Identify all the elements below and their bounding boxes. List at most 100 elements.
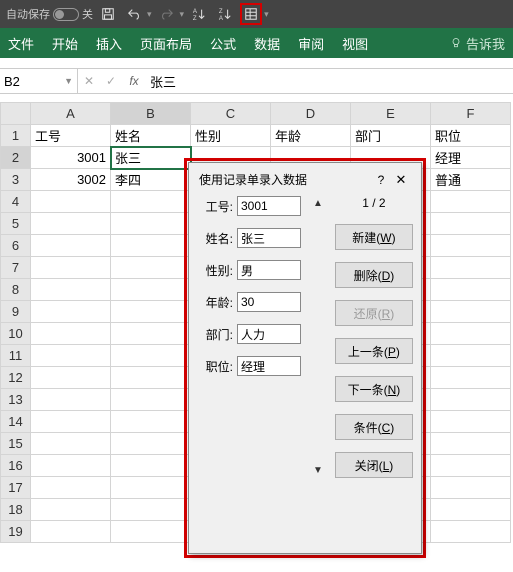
toggle-icon — [53, 8, 79, 21]
ribbon-tabs: 文件 开始 插入 页面布局 公式 数据 审阅 视图 告诉我 — [0, 28, 513, 58]
prev-button[interactable]: 上一条(P) — [335, 338, 413, 364]
tell-me[interactable]: 告诉我 — [450, 34, 505, 53]
data-form-dialog: 使用记录单录入数据 ? ✕ 工号: 姓名: 性别: 年龄: 部门: — [188, 162, 422, 554]
bulb-icon — [450, 37, 462, 49]
tab-insert[interactable]: 插入 — [96, 34, 122, 53]
field-input-id[interactable] — [237, 196, 301, 216]
delete-button[interactable]: 删除(D) — [335, 262, 413, 288]
row-header[interactable]: 17 — [1, 477, 31, 499]
col-header-c[interactable]: C — [191, 103, 271, 125]
col-header-d[interactable]: D — [271, 103, 351, 125]
sort-desc-icon[interactable]: ZA — [214, 3, 236, 25]
field-label-pos: 职位: — [199, 358, 233, 375]
sort-asc-icon[interactable]: AZ — [188, 3, 210, 25]
row-header[interactable]: 10 — [1, 323, 31, 345]
row-header[interactable]: 11 — [1, 345, 31, 367]
autosave-state: 关 — [82, 6, 93, 22]
active-cell[interactable]: 张三 — [111, 147, 191, 169]
svg-text:A: A — [193, 8, 198, 15]
field-label-id: 工号: — [199, 198, 233, 215]
row-header[interactable]: 2 — [1, 147, 31, 169]
row-header[interactable]: 14 — [1, 411, 31, 433]
col-header-b[interactable]: B — [111, 103, 191, 125]
row-header[interactable]: 16 — [1, 455, 31, 477]
row-header[interactable]: 3 — [1, 169, 31, 191]
accept-formula-icon: ✓ — [100, 74, 122, 88]
row-header[interactable]: 5 — [1, 213, 31, 235]
qat-customize-icon[interactable]: ▾ — [264, 9, 269, 20]
close-icon[interactable]: ✕ — [391, 172, 411, 188]
row-header[interactable]: 4 — [1, 191, 31, 213]
field-input-pos[interactable] — [237, 356, 301, 376]
cell[interactable]: 经理 — [431, 147, 511, 169]
form-icon[interactable] — [240, 3, 262, 25]
cell[interactable]: 职位 — [431, 125, 511, 147]
name-box-dropdown-icon[interactable]: ▼ — [64, 76, 73, 86]
select-all-corner[interactable] — [1, 103, 31, 125]
record-counter: 1 / 2 — [362, 196, 385, 210]
table-row: 1 工号 姓名 性别 年龄 部门 职位 — [1, 125, 511, 147]
cancel-formula-icon: ✕ — [78, 74, 100, 88]
cell[interactable]: 工号 — [31, 125, 111, 147]
cell[interactable]: 年龄 — [271, 125, 351, 147]
field-input-gender[interactable] — [237, 260, 301, 280]
name-box-input[interactable] — [4, 74, 60, 89]
cell[interactable]: 3002 — [31, 169, 111, 191]
save-icon[interactable] — [97, 3, 119, 25]
title-bar: 自动保存 关 ▾ ▾ AZ ZA ▾ — [0, 0, 513, 28]
tab-view[interactable]: 视图 — [342, 34, 368, 53]
field-label-age: 年龄: — [199, 294, 233, 311]
row-header[interactable]: 1 — [1, 125, 31, 147]
dialog-actions: 1 / 2 新建(W) 删除(D) 还原(R) 上一条(P) 下一条(N) 条件… — [335, 196, 413, 478]
dialog-titlebar[interactable]: 使用记录单录入数据 ? ✕ — [199, 169, 411, 196]
tab-home[interactable]: 开始 — [52, 34, 78, 53]
field-input-age[interactable] — [237, 292, 301, 312]
row-header[interactable]: 18 — [1, 499, 31, 521]
dialog-title: 使用记录单录入数据 — [199, 171, 371, 188]
scroll-up-icon[interactable]: ▲ — [313, 198, 323, 209]
next-button[interactable]: 下一条(N) — [335, 376, 413, 402]
field-input-name[interactable] — [237, 228, 301, 248]
tab-file[interactable]: 文件 — [8, 34, 34, 53]
scroll-down-icon[interactable]: ▼ — [313, 465, 323, 476]
row-header[interactable]: 19 — [1, 521, 31, 543]
cell[interactable]: 3001 — [31, 147, 111, 169]
row-header[interactable]: 15 — [1, 433, 31, 455]
cell[interactable]: 性别 — [191, 125, 271, 147]
redo-icon[interactable] — [156, 3, 178, 25]
tab-review[interactable]: 审阅 — [298, 34, 324, 53]
row-header[interactable]: 7 — [1, 257, 31, 279]
formula-input[interactable] — [146, 74, 513, 89]
name-box[interactable]: ▼ — [0, 69, 78, 93]
row-header[interactable]: 6 — [1, 235, 31, 257]
restore-button[interactable]: 还原(R) — [335, 300, 413, 326]
help-button[interactable]: ? — [371, 173, 391, 187]
row-header[interactable]: 8 — [1, 279, 31, 301]
row-header[interactable]: 12 — [1, 367, 31, 389]
row-header[interactable]: 9 — [1, 301, 31, 323]
autosave-toggle[interactable]: 自动保存 关 — [6, 6, 93, 22]
redo-dropdown-icon[interactable]: ▾ — [180, 9, 185, 20]
cell[interactable]: 普通 — [431, 169, 511, 191]
criteria-button[interactable]: 条件(C) — [335, 414, 413, 440]
fx-icon[interactable]: fx — [122, 74, 146, 88]
svg-text:Z: Z — [193, 15, 197, 21]
form-fields: 工号: 姓名: 性别: 年龄: 部门: 职位: — [199, 196, 301, 478]
cell[interactable]: 部门 — [351, 125, 431, 147]
cell[interactable]: 姓名 — [111, 125, 191, 147]
tab-data[interactable]: 数据 — [254, 34, 280, 53]
new-button[interactable]: 新建(W) — [335, 224, 413, 250]
col-header-f[interactable]: F — [431, 103, 511, 125]
record-scrollbar[interactable]: ▲ ▼ — [313, 196, 323, 478]
col-header-a[interactable]: A — [31, 103, 111, 125]
undo-icon[interactable] — [123, 3, 145, 25]
tell-me-label: 告诉我 — [466, 34, 505, 53]
col-header-e[interactable]: E — [351, 103, 431, 125]
undo-dropdown-icon[interactable]: ▾ — [147, 9, 152, 20]
tab-formulas[interactable]: 公式 — [210, 34, 236, 53]
row-header[interactable]: 13 — [1, 389, 31, 411]
field-input-dept[interactable] — [237, 324, 301, 344]
cell[interactable]: 李四 — [111, 169, 191, 191]
close-button[interactable]: 关闭(L) — [335, 452, 413, 478]
tab-layout[interactable]: 页面布局 — [140, 34, 192, 53]
